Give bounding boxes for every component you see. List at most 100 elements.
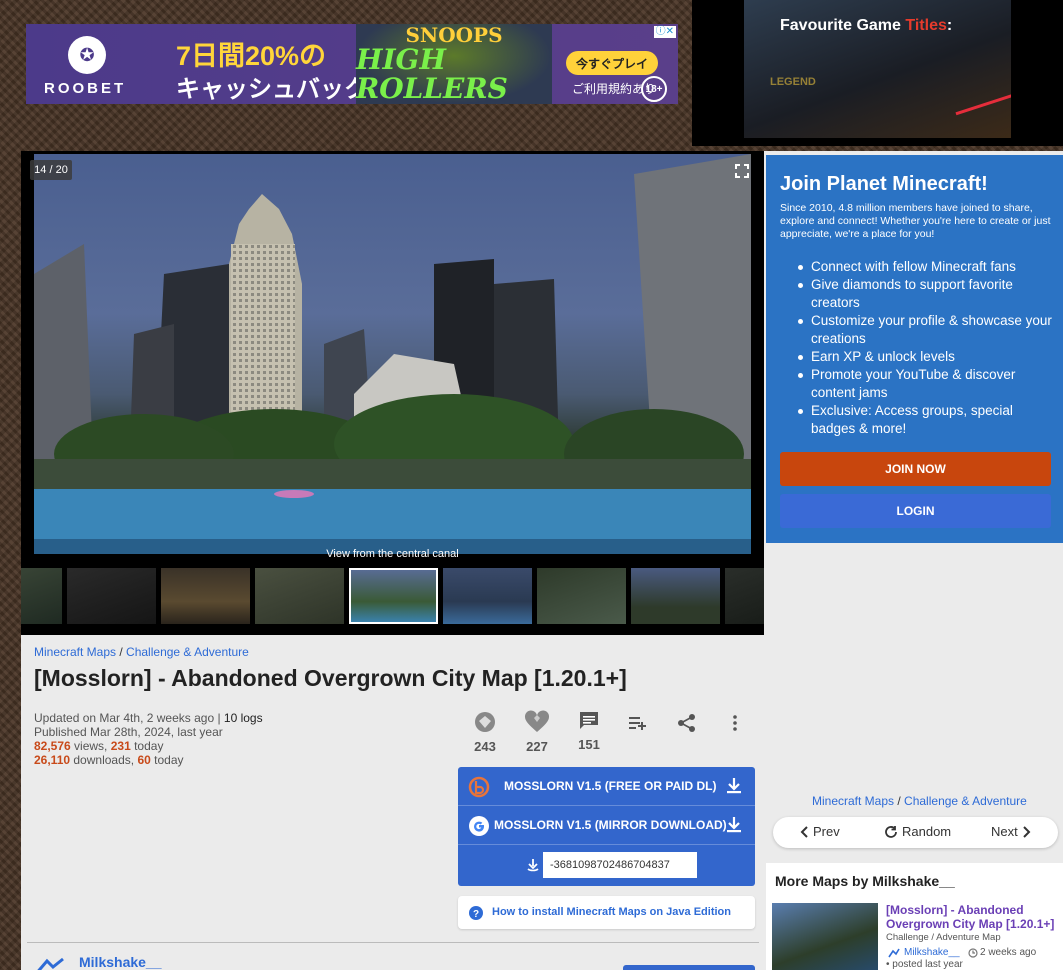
video-ad-container: Favourite Game Titles: LEGEND [692,0,1063,146]
heart-icon [524,710,550,732]
roobet-logo-icon: ✪ [68,36,106,74]
comment-stat[interactable]: 151 [569,710,609,752]
diamond-count: 243 [474,739,496,754]
follow-button[interactable] [623,965,755,970]
map-meta: Updated on Mar 4th, 2 weeks ago | 10 log… [34,711,263,767]
download-box: MOSSLORN V1.5 (FREE OR PAID DL) MOSSLORN… [458,767,755,886]
ad-play-button[interactable]: 今すぐプレイ [566,51,658,75]
ad-headline: 7日間20%の [176,41,327,71]
join-card: Join Planet Minecraft! Since 2010, 4.8 m… [766,155,1063,543]
mirror-download-label: MOSSLORN V1.5 (MIRROR DOWNLOAD) [494,818,727,832]
updated-text: Updated on Mar 4th, 2 weeks ago | [34,711,224,725]
page-title: [Mosslorn] - Abandoned Overgrown City Ma… [34,665,627,691]
howto-install-link[interactable]: ? How to install Minecraft Maps on Java … [458,896,755,929]
breadcrumb-separator: / [894,794,905,808]
next-label: Next [991,824,1018,839]
author-name[interactable]: Milkshake__ [79,954,162,970]
heart-stat[interactable]: 227 [517,710,557,754]
seed-icon [527,859,539,872]
fullscreen-icon[interactable] [735,164,749,178]
downloads-count: 26,110 [34,753,71,767]
image-caption: View from the central canal [326,548,459,560]
gallery-main-image[interactable] [34,154,751,554]
login-button[interactable]: LOGIN [780,494,1051,528]
more-options-icon[interactable] [727,713,743,736]
views-count: 82,576 [34,739,71,753]
comment-icon [580,712,598,729]
random-button[interactable]: Random [884,824,951,839]
clock-icon [968,948,978,958]
author-avatar[interactable] [31,955,71,970]
more-map-title-link[interactable]: [Mosslorn] - Abandoned Overgrown City Ma… [886,903,1056,931]
diamond-stat[interactable]: 243 [465,710,505,754]
prev-label: Prev [813,824,840,839]
video-ad-streak [955,87,1011,116]
video-ad[interactable]: Favourite Game Titles: LEGEND [744,0,1011,138]
benefit-item: Promote your YouTube & discover content … [796,366,1054,402]
map-navigation: Prev Random Next [773,817,1058,848]
breadcrumb-category-link[interactable]: Challenge & Adventure [126,645,249,659]
video-ad-title: Favourite Game Titles: [780,17,953,34]
mirror-download-button[interactable]: MOSSLORN V1.5 (MIRROR DOWNLOAD) [458,806,755,845]
diamond-icon [475,712,495,732]
ad-game-line2: HIGH ROLLERS [356,42,508,104]
map-details: Minecraft Maps / Challenge & Adventure [… [21,635,764,970]
download-service-icon [468,776,490,798]
overgrown-city-image [34,154,751,554]
random-label: Random [902,824,952,839]
logs-link[interactable]: 10 logs [224,711,263,725]
thumbnail[interactable] [537,568,626,624]
help-icon: ? [469,906,483,920]
benefit-item: Give diamonds to support favorite creato… [796,276,1054,312]
chevron-right-icon [1023,825,1031,838]
thumbnail-active[interactable] [349,568,438,624]
thumbnail[interactable] [443,568,532,624]
thumbnail[interactable] [725,568,764,624]
seed-field[interactable] [543,852,697,878]
views-label: views, [70,739,111,753]
benefit-item: Connect with fellow Minecraft fans [796,258,1054,276]
download-icon [727,778,741,794]
more-map-author[interactable]: Milkshake__ [904,947,960,958]
svg-text:?: ? [473,909,479,920]
join-description: Since 2010, 4.8 million members have joi… [780,202,1051,240]
breadcrumb: Minecraft Maps / Challenge & Adventure [34,645,249,659]
thumbnail[interactable] [161,568,250,624]
downloads-today: 60 [137,753,151,767]
chevron-left-icon [800,825,808,838]
more-map-thumbnail[interactable] [772,903,878,970]
share-icon[interactable] [677,713,697,736]
sidebar-breadcrumb-category-link[interactable]: Challenge & Adventure [904,794,1027,808]
ad-logo: ✪ ROOBET [26,24,142,104]
comment-count: 151 [578,737,600,752]
thumbnail[interactable] [631,568,720,624]
thumbnail[interactable] [67,568,156,624]
join-now-button[interactable]: JOIN NOW [780,452,1051,486]
sidebar-breadcrumb-maps-link[interactable]: Minecraft Maps [812,794,894,808]
ad-age-badge: 18+ [641,76,667,102]
ad-game-line1: SNOOPS [405,24,503,47]
sidebar-breadcrumb: Minecraft Maps / Challenge & Adventure [812,794,1027,808]
prev-button[interactable]: Prev [799,824,840,839]
primary-download-button[interactable]: MOSSLORN V1.5 (FREE OR PAID DL) [458,767,755,806]
adchoices-icon[interactable]: ⓘ✕ [653,26,676,38]
google-drive-icon [469,816,489,836]
benefit-item: Exclusive: Access groups, special badges… [796,402,1054,438]
section-divider [27,942,759,943]
join-benefits-list: Connect with fellow Minecraft fans Give … [796,258,1054,438]
more-maps-title: More Maps by Milkshake__ [775,873,955,889]
refresh-icon [885,825,897,838]
today-label: today [150,753,184,767]
thumbnail-strip [21,568,764,624]
benefit-item: Earn XP & unlock levels [796,348,1054,366]
breadcrumb-maps-link[interactable]: Minecraft Maps [34,645,116,659]
benefit-item: Customize your profile & showcase your c… [796,312,1054,348]
downloads-label: downloads, [70,753,138,767]
thumbnail[interactable] [255,568,344,624]
top-banner-ad[interactable]: ✪ ROOBET 7日間20%の キャッシュバック SNOOPS HIGH RO… [26,24,678,104]
breadcrumb-separator: / [116,645,127,659]
thumbnail[interactable] [21,568,62,624]
add-to-collection-icon[interactable] [627,713,647,736]
next-button[interactable]: Next [991,824,1032,839]
more-maps-section: More Maps by Milkshake__ [Mosslorn] - Ab… [766,863,1063,970]
